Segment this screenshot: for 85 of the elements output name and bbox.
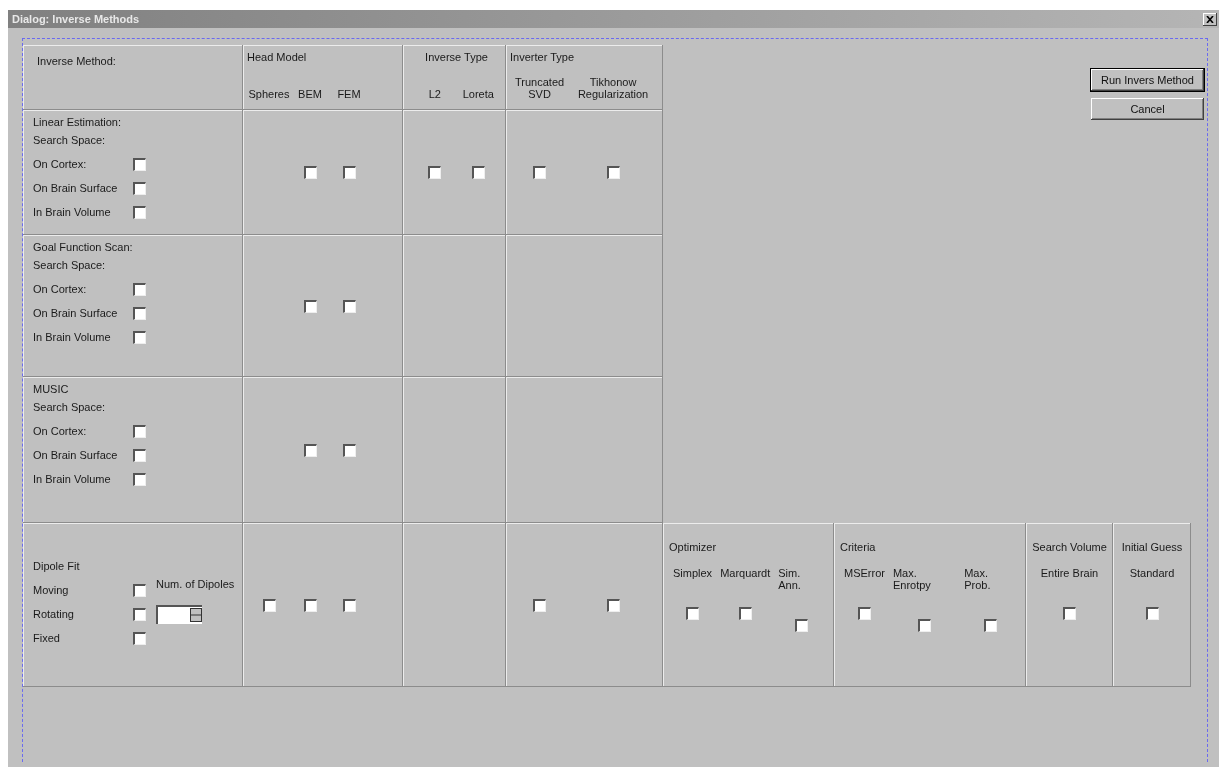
option-label: In Brain Volume xyxy=(33,473,112,485)
option-label: Rotating xyxy=(33,608,75,620)
checkbox[interactable] xyxy=(342,166,356,179)
panel-title: Optimizer xyxy=(669,541,718,553)
option-label: On Cortex: xyxy=(33,283,88,295)
checkbox[interactable] xyxy=(1145,607,1159,620)
checkbox[interactable] xyxy=(303,166,317,179)
option-label: On Brain Surface xyxy=(33,182,119,194)
checkbox[interactable] xyxy=(983,619,997,632)
checkbox[interactable] xyxy=(606,166,620,179)
option-label: Tikhonow Regularization xyxy=(576,76,650,100)
section-title: MUSIC xyxy=(33,383,70,395)
checkbox[interactable] xyxy=(133,181,146,195)
option-label: On Brain Surface xyxy=(33,449,119,461)
field-label: Num. of Dipoles xyxy=(156,578,235,590)
option-label: Truncated SVD xyxy=(514,76,566,100)
checkbox[interactable] xyxy=(342,299,356,313)
checkbox[interactable] xyxy=(133,631,146,645)
option-label: Simplex xyxy=(673,567,713,579)
checkbox[interactable] xyxy=(133,583,146,597)
checkbox[interactable] xyxy=(533,598,547,612)
checkbox[interactable] xyxy=(303,598,317,612)
option-label: Entire Brain xyxy=(1040,567,1099,579)
option-label: Standard xyxy=(1129,567,1175,579)
section-title: Goal Function Scan: xyxy=(33,241,134,253)
option-label: BEM xyxy=(298,88,322,100)
option-label: On Cortex: xyxy=(33,158,88,170)
checkbox[interactable] xyxy=(1063,607,1076,620)
panel-title: Search Volume xyxy=(1032,541,1107,553)
option-label: Marquardt xyxy=(720,567,771,579)
checkbox[interactable] xyxy=(794,619,808,632)
column-heading: Inverse Method: xyxy=(37,55,117,67)
option-label: Loreta xyxy=(462,88,494,100)
section-title: Dipole Fit xyxy=(33,560,81,572)
checkbox[interactable] xyxy=(133,472,146,486)
checkbox[interactable] xyxy=(133,448,146,462)
section-subtitle: Search Space: xyxy=(33,134,107,146)
checkbox[interactable] xyxy=(133,607,146,621)
section-subtitle: Search Space: xyxy=(33,401,107,413)
close-button[interactable] xyxy=(1203,12,1217,26)
checkbox[interactable] xyxy=(133,306,146,320)
checkbox[interactable] xyxy=(133,330,146,344)
section-subtitle: Search Space: xyxy=(33,259,107,271)
option-label: In Brain Volume xyxy=(33,206,112,218)
checkbox[interactable] xyxy=(133,205,146,219)
number-field[interactable] xyxy=(156,604,202,624)
checkbox[interactable] xyxy=(342,443,356,457)
option-label: Spheres xyxy=(248,88,290,100)
option-label: On Cortex: xyxy=(33,425,88,437)
checkbox[interactable] xyxy=(303,299,317,313)
column-heading: Head Model xyxy=(247,51,308,63)
spinner-icon[interactable] xyxy=(190,608,202,622)
checkbox[interactable] xyxy=(918,619,932,632)
option-label: MSError xyxy=(844,567,885,579)
option-label: Max. Prob. xyxy=(964,567,992,591)
checkbox[interactable] xyxy=(133,157,146,171)
option-label: FEM xyxy=(337,88,361,100)
column-heading: Inverse Type xyxy=(425,51,488,63)
window-title: Dialog: Inverse Methods xyxy=(12,13,140,25)
close-icon xyxy=(1206,15,1214,23)
option-label: Moving xyxy=(33,584,70,596)
checkbox[interactable] xyxy=(533,166,547,179)
column-heading: Inverter Type xyxy=(510,51,575,63)
option-label: On Brain Surface xyxy=(33,307,119,319)
checkbox[interactable] xyxy=(606,598,620,612)
option-label: Max. Enrotpy xyxy=(892,567,932,591)
checkbox[interactable] xyxy=(303,443,317,457)
dialog-button[interactable]: Run Invers Method xyxy=(1091,69,1204,91)
checkbox[interactable] xyxy=(738,607,752,620)
checkbox[interactable] xyxy=(471,166,485,179)
panel-title: Criteria xyxy=(840,541,877,553)
option-label: Sim. Ann. xyxy=(778,567,802,591)
section-title: Linear Estimation: xyxy=(33,116,123,128)
option-label: L2 xyxy=(428,88,441,100)
panel-title: Initial Guess xyxy=(1121,541,1183,553)
checkbox[interactable] xyxy=(342,598,356,612)
option-label: Fixed xyxy=(33,632,61,644)
checkbox[interactable] xyxy=(857,607,871,620)
dialog-button[interactable]: Cancel xyxy=(1091,98,1204,120)
checkbox[interactable] xyxy=(686,607,700,620)
checkbox[interactable] xyxy=(428,166,442,179)
checkbox[interactable] xyxy=(133,424,146,438)
option-label: In Brain Volume xyxy=(33,331,112,343)
checkbox[interactable] xyxy=(133,282,146,296)
checkbox[interactable] xyxy=(262,598,276,612)
